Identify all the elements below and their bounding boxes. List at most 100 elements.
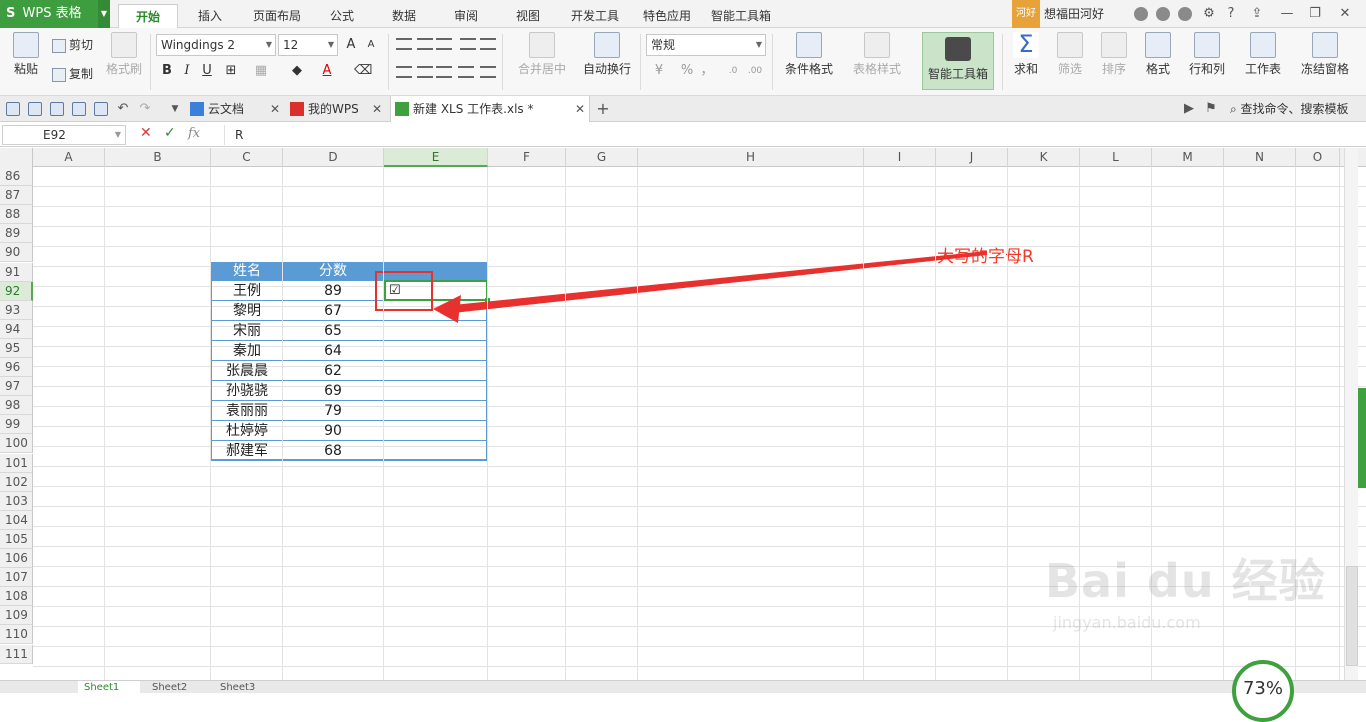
smart-toolbox-button[interactable]: 智能工具箱: [922, 32, 994, 90]
sheet-tab-1[interactable]: Sheet1: [78, 681, 140, 694]
close-icon[interactable]: ✕: [1334, 4, 1356, 24]
tab-page-layout[interactable]: 页面布局: [244, 4, 310, 28]
cell-name[interactable]: 袁丽丽: [211, 401, 283, 421]
border-icon[interactable]: ⊞: [222, 62, 240, 80]
row-header-97[interactable]: 97: [0, 377, 33, 397]
align-bottom-icon[interactable]: [436, 38, 452, 50]
clear-format-icon[interactable]: ⌫: [354, 62, 372, 80]
conditional-format-button[interactable]: 条件格式: [778, 32, 840, 77]
underline-button[interactable]: U: [198, 62, 216, 80]
row-header-92[interactable]: 92: [0, 281, 33, 301]
row-header-98[interactable]: 98: [0, 396, 33, 416]
distribute-icon[interactable]: [480, 66, 496, 78]
header-name[interactable]: 姓名: [211, 262, 283, 281]
video-icon[interactable]: ▶: [1178, 99, 1200, 119]
row-col-button[interactable]: 行和列: [1182, 32, 1232, 77]
cell-style-icon[interactable]: ▦: [252, 62, 270, 80]
cell-score[interactable]: 89: [283, 281, 383, 301]
column-header-o[interactable]: O: [1296, 148, 1340, 167]
minimize-icon[interactable]: —: [1276, 4, 1298, 24]
row-header-111[interactable]: 111: [0, 644, 33, 664]
currency-icon[interactable]: ¥: [650, 62, 668, 80]
column-header-d[interactable]: D: [283, 148, 384, 167]
cell-name[interactable]: 杜婷婷: [211, 421, 283, 441]
cell-name[interactable]: 张晨晨: [211, 361, 283, 381]
save-icon[interactable]: [28, 102, 42, 116]
wrap-text-button[interactable]: 自动换行: [578, 32, 636, 77]
column-header-a[interactable]: A: [33, 148, 105, 167]
cell-score[interactable]: 65: [283, 321, 383, 341]
share-icon[interactable]: [1178, 7, 1192, 21]
scrollbar-thumb[interactable]: [1346, 566, 1358, 666]
freeze-panes-button[interactable]: 冻结窗格: [1294, 32, 1356, 77]
sheet-tab-2[interactable]: Sheet2: [146, 681, 208, 694]
align-right-icon[interactable]: [436, 66, 452, 78]
sheet-tab-3[interactable]: Sheet3: [214, 681, 276, 694]
restore-icon[interactable]: ❐: [1304, 4, 1326, 24]
column-header-m[interactable]: M: [1152, 148, 1224, 167]
cell-score[interactable]: 69: [283, 381, 383, 401]
cell-name[interactable]: 郝建军: [211, 441, 283, 461]
redo-icon[interactable]: ↷: [134, 99, 156, 119]
confirm-edit-icon[interactable]: ✓: [164, 125, 176, 141]
tab-smart-toolbox[interactable]: 智能工具箱: [704, 4, 778, 28]
sum-button[interactable]: Σ 求和: [1006, 32, 1046, 77]
header-score[interactable]: 分数: [283, 262, 383, 281]
number-format-select[interactable]: 常规 ▼: [646, 34, 766, 56]
row-header-105[interactable]: 105: [0, 529, 33, 549]
indent-decrease-icon[interactable]: [460, 38, 476, 50]
tab-home[interactable]: 开始: [118, 4, 178, 28]
row-header-86[interactable]: 86: [0, 167, 33, 186]
user-avatar[interactable]: 河好: [1012, 0, 1040, 28]
row-header-99[interactable]: 99: [0, 415, 33, 435]
cell-score[interactable]: 79: [283, 401, 383, 421]
close-icon[interactable]: ✕: [575, 96, 585, 122]
row-header-106[interactable]: 106: [0, 549, 33, 568]
cut-button[interactable]: 剪切: [52, 36, 93, 53]
cell-name[interactable]: 黎明: [211, 301, 283, 321]
tab-my-wps[interactable]: 我的WPS ✕: [286, 96, 386, 122]
row-header-96[interactable]: 96: [0, 358, 33, 377]
increase-decimal-icon[interactable]: .0: [724, 62, 742, 80]
name-box[interactable]: E92 ▼: [2, 125, 126, 145]
font-name-select[interactable]: Wingdings 2 ▼: [156, 34, 276, 56]
tab-workbook[interactable]: 新建 XLS 工作表.xls * ✕: [390, 96, 590, 122]
column-header-f[interactable]: F: [488, 148, 566, 167]
paste-button[interactable]: 粘贴: [6, 32, 46, 77]
percent-button[interactable]: %: [678, 62, 696, 80]
merge-center-button[interactable]: 合并居中: [510, 32, 574, 77]
folder-icon[interactable]: [6, 102, 20, 116]
fill-color-icon[interactable]: ◆: [288, 62, 306, 80]
row-header-110[interactable]: 110: [0, 625, 33, 645]
zoom-indicator[interactable]: 73%: [1232, 660, 1294, 722]
copy-button[interactable]: 复制: [52, 65, 93, 82]
format-button[interactable]: 格式: [1138, 32, 1178, 77]
row-header-87[interactable]: 87: [0, 186, 33, 206]
row-header-100[interactable]: 100: [0, 434, 33, 454]
column-header-k[interactable]: K: [1008, 148, 1080, 167]
cell-score[interactable]: 67: [283, 301, 383, 321]
row-header-107[interactable]: 107: [0, 568, 33, 588]
row-header-88[interactable]: 88: [0, 205, 33, 225]
tab-special[interactable]: 特色应用: [634, 4, 700, 28]
italic-button[interactable]: I: [178, 62, 196, 80]
cell-score[interactable]: 62: [283, 361, 383, 381]
row-header-93[interactable]: 93: [0, 300, 33, 320]
column-header-l[interactable]: L: [1080, 148, 1152, 167]
cell-name[interactable]: 孙骁骁: [211, 381, 283, 401]
align-center-icon[interactable]: [417, 66, 433, 78]
column-header-g[interactable]: G: [566, 148, 638, 167]
font-color-button[interactable]: A: [318, 62, 336, 80]
column-header-c[interactable]: C: [211, 148, 283, 167]
cancel-edit-icon[interactable]: ✕: [140, 125, 152, 141]
flag-icon[interactable]: ⚑: [1200, 99, 1222, 119]
cell-name[interactable]: 王例: [211, 281, 283, 301]
column-header-i[interactable]: I: [864, 148, 936, 167]
tab-developer[interactable]: 开发工具: [562, 4, 628, 28]
cell-score[interactable]: 90: [283, 421, 383, 441]
indent-increase-icon[interactable]: [480, 38, 496, 50]
decrease-font-icon[interactable]: A: [362, 36, 380, 54]
justify-icon[interactable]: [458, 66, 474, 78]
chat-icon[interactable]: [1156, 7, 1170, 21]
cell-area[interactable]: 姓名 分数 王例 89 黎明 67 宋丽 65 秦加 64 张晨晨 62 孙骁骁 69 袁丽丽 79 杜婷婷…: [33, 167, 1366, 680]
